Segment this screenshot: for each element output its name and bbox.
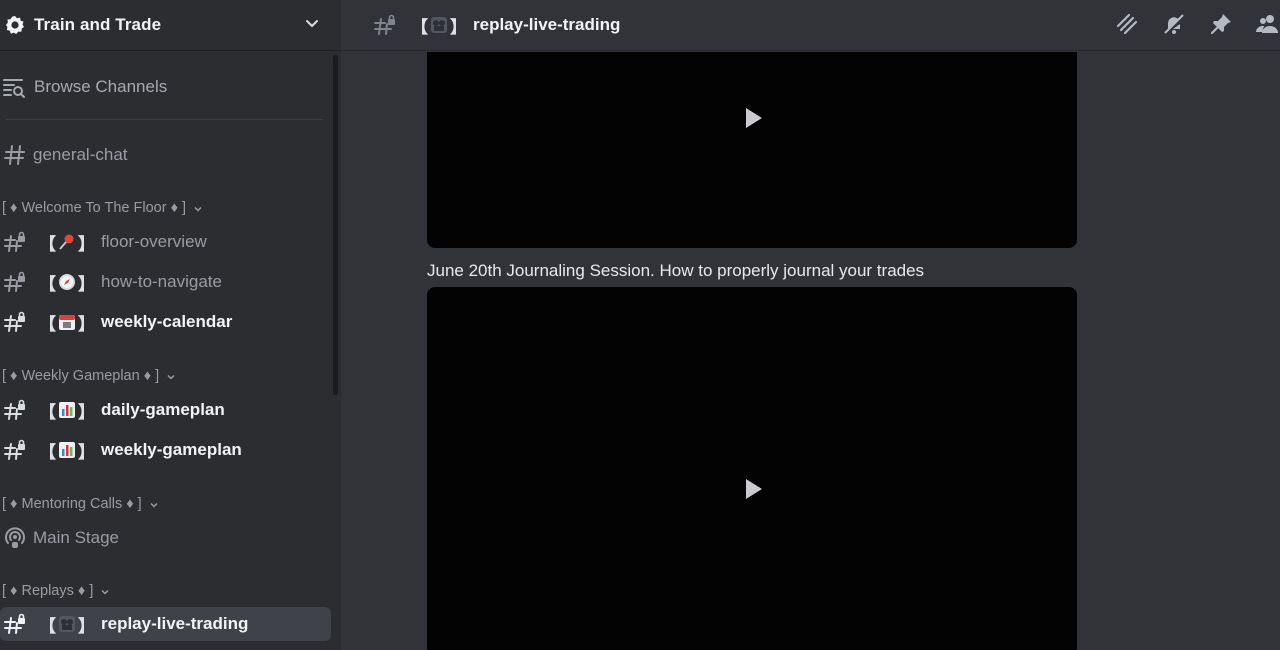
category-label: [ ♦ Weekly Gameplan ♦ ] bbox=[2, 368, 160, 384]
sidebar-scrollbar[interactable] bbox=[333, 55, 338, 395]
hash-lock-icon bbox=[3, 270, 27, 294]
channel-label: general-chat bbox=[33, 145, 128, 164]
channel-label: floor-overview bbox=[101, 232, 207, 251]
category-label: [ ♦ Replays ♦ ] bbox=[2, 583, 94, 599]
hash-lock-icon bbox=[373, 13, 397, 37]
emoji-calendar: 【 】 bbox=[39, 314, 95, 334]
channel-weekly-gameplan[interactable]: 【 】 weekly-gameplan bbox=[0, 433, 331, 467]
category-replays[interactable]: [ ♦ Replays ♦ ] bbox=[0, 581, 111, 601]
chevron-down-icon bbox=[99, 585, 111, 597]
server-name: Train and Trade bbox=[34, 15, 162, 34]
threads-icon[interactable] bbox=[1115, 12, 1139, 36]
channel-how-to-navigate[interactable]: 【 】 how-to-navigate bbox=[0, 265, 331, 299]
channel-sidebar: Train and Trade Browse Channels general-… bbox=[0, 0, 341, 650]
hash-lock-icon bbox=[3, 612, 27, 636]
emoji-film-camera: 【 】 bbox=[39, 616, 95, 636]
mute-icon[interactable] bbox=[1162, 12, 1186, 36]
hash-lock-icon bbox=[3, 438, 27, 462]
category-label: [ ♦ Mentoring Calls ♦ ] bbox=[2, 496, 142, 512]
emoji-bar-chart: 【 】 bbox=[39, 402, 95, 422]
channel-header: 【 】 replay-live-trading bbox=[341, 0, 1280, 51]
emoji-compass: 【 】 bbox=[39, 274, 95, 294]
hash-lock-icon bbox=[3, 398, 27, 422]
channel-main-stage[interactable]: Main Stage bbox=[0, 521, 331, 555]
header-toolbar bbox=[1092, 12, 1280, 36]
channel-label: Main Stage bbox=[33, 528, 119, 547]
category-label: [ ♦ Welcome To The Floor ♦ ] bbox=[2, 200, 187, 216]
chevron-down-icon[interactable] bbox=[303, 14, 321, 32]
members-icon[interactable] bbox=[1255, 12, 1280, 36]
sidebar-divider bbox=[6, 119, 323, 120]
category-welcome[interactable]: [ ♦ Welcome To The Floor ♦ ] bbox=[0, 198, 204, 218]
browse-channels-label: Browse Channels bbox=[34, 77, 168, 96]
message-list: June 20th Journaling Session. How to pro… bbox=[341, 52, 1280, 650]
channel-weekly-calendar[interactable]: 【 】 weekly-calendar bbox=[0, 305, 331, 339]
channel-title: 【 】 replay-live-trading bbox=[411, 13, 620, 38]
channel-label: replay-live-trading bbox=[101, 614, 249, 633]
channel-label: weekly-calendar bbox=[101, 312, 233, 331]
chevron-down-icon bbox=[148, 498, 160, 510]
channel-title-text: replay-live-trading bbox=[473, 15, 621, 34]
channel-label: weekly-gameplan bbox=[101, 440, 242, 459]
stage-icon bbox=[3, 526, 27, 550]
browse-channels[interactable]: Browse Channels bbox=[0, 70, 330, 104]
hash-icon bbox=[3, 143, 27, 167]
channel-general-chat[interactable]: general-chat bbox=[0, 138, 331, 172]
channel-floor-overview[interactable]: 【 】 floor-overview bbox=[0, 225, 331, 259]
video-embed[interactable] bbox=[427, 287, 1077, 650]
emoji-film-camera: 【 】 bbox=[411, 17, 467, 37]
category-mentoring-calls[interactable]: [ ♦ Mentoring Calls ♦ ] bbox=[0, 494, 160, 514]
message-text: June 20th Journaling Session. How to pro… bbox=[427, 261, 925, 280]
channel-replay-live-trading[interactable]: 【 】 replay-live-trading bbox=[0, 607, 331, 641]
video-embed[interactable] bbox=[427, 52, 1077, 248]
server-header[interactable]: Train and Trade bbox=[0, 0, 341, 51]
hash-lock-icon bbox=[3, 310, 27, 334]
chevron-down-icon bbox=[192, 202, 204, 214]
play-icon[interactable] bbox=[743, 477, 765, 501]
pin-icon[interactable] bbox=[1209, 12, 1233, 36]
channel-label: daily-gameplan bbox=[101, 400, 225, 419]
hash-lock-icon bbox=[3, 230, 27, 254]
play-icon[interactable] bbox=[743, 106, 765, 130]
channel-daily-gameplan[interactable]: 【 】 daily-gameplan bbox=[0, 393, 331, 427]
emoji-pushpin: 【 】 bbox=[39, 234, 95, 254]
category-weekly-gameplan[interactable]: [ ♦ Weekly Gameplan ♦ ] bbox=[0, 366, 177, 386]
browse-channels-icon bbox=[2, 75, 26, 99]
emoji-bar-chart: 【 】 bbox=[39, 442, 95, 462]
channel-label: how-to-navigate bbox=[101, 272, 222, 291]
gear-icon bbox=[4, 14, 26, 36]
chevron-down-icon bbox=[165, 370, 177, 382]
